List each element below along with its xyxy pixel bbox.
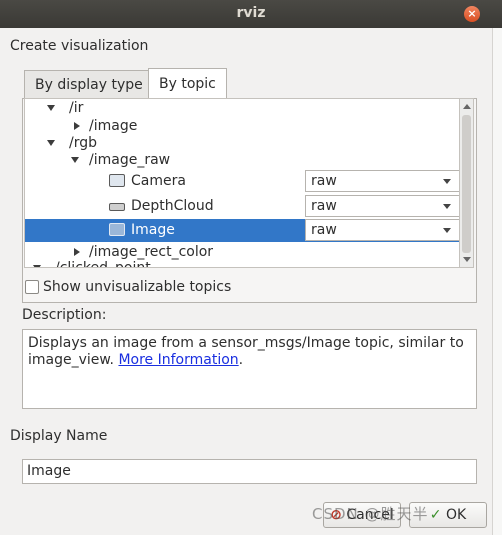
tab-by-topic[interactable]: By topic [148,68,227,99]
expand-down-icon[interactable] [47,105,55,111]
transport-select-depthcloud[interactable]: raw [305,195,459,217]
transport-select-camera[interactable]: raw [305,170,459,192]
expand-right-icon[interactable] [74,248,80,256]
tree-row-label: Image [131,222,175,238]
depthcloud-icon [109,203,125,211]
watermark: CSDN @胜天半 [312,505,429,523]
tree-row-image[interactable]: Image raw [25,219,459,242]
scroll-thumb[interactable] [462,115,471,253]
topic-tree[interactable]: /ir /image /rgb /image_raw Camera raw De… [24,98,460,268]
chevron-down-icon [443,179,451,184]
tree-row-label: DepthCloud [131,198,214,214]
description-label: Description: [22,307,107,323]
tree-row-label: /clicked_point [55,260,151,268]
transport-select-value: raw [311,222,337,238]
show-unvisualizable-checkbox[interactable] [25,280,39,294]
tree-scrollbar[interactable] [459,98,474,268]
camera-icon [109,174,125,187]
show-unvisualizable-label: Show unvisualizable topics [43,279,232,295]
display-name-label: Display Name [10,428,108,444]
transport-select-value: raw [311,173,337,189]
scroll-up-icon[interactable] [463,104,471,109]
tree-row-depthcloud[interactable]: DepthCloud raw [25,195,459,217]
scroll-down-icon[interactable] [463,257,471,262]
more-information-link[interactable]: More Information [118,352,238,368]
expand-down-icon[interactable] [71,157,79,163]
checkmark-icon: ✓ [429,507,442,523]
background-window-edge [492,28,502,535]
tree-row-clicked-point[interactable]: /clicked_point [25,257,459,268]
expand-down-icon[interactable] [47,140,55,146]
tab-by-display-type[interactable]: By display type [24,70,154,99]
tree-row-image-raw[interactable]: /image_raw [25,149,459,171]
chevron-down-icon [443,228,451,233]
display-name-field[interactable]: Image [22,459,477,484]
close-icon[interactable]: × [464,6,480,22]
expand-down-icon[interactable] [33,265,41,267]
create-visualization-label: Create visualization [10,38,149,54]
transport-select-image[interactable]: raw [305,219,459,241]
expand-right-icon[interactable] [74,122,80,130]
transport-select-value: raw [311,198,337,214]
chevron-down-icon [443,204,451,209]
ok-label: OK [445,507,467,523]
description-text: Displays an image from a sensor_msgs/Ima… [28,335,464,368]
window-title: rviz [236,5,266,21]
tree-row-label: Camera [131,173,186,189]
tree-row-camera[interactable]: Camera raw [25,170,459,192]
description-box: Displays an image from a sensor_msgs/Ima… [22,329,477,409]
description-suffix: . [238,352,244,368]
window-titlebar: rviz × [0,0,502,28]
tree-row-label: /image_raw [89,152,171,168]
image-icon [109,223,125,236]
